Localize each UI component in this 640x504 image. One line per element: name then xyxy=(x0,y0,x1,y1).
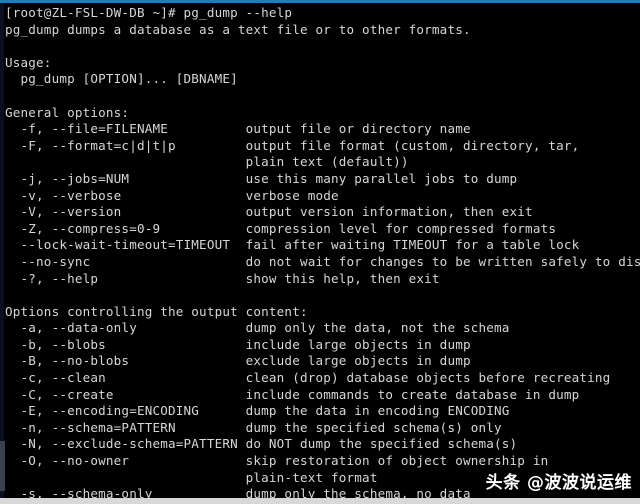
terminal-line: -n, --schema=PATTERN dump the specified … xyxy=(5,419,502,435)
terminal-line: -a, --data-only dump only the data, not … xyxy=(5,320,510,336)
terminal-line: General options: xyxy=(5,104,130,120)
terminal-line: -E, --encoding=ENCODING dump the data in… xyxy=(5,403,510,419)
vertical-scrollbar-thumb[interactable] xyxy=(0,441,5,491)
terminal-line: -F, --format=c|d|t|p output file format … xyxy=(5,137,580,153)
terminal-line: -C, --create include commands to create … xyxy=(5,386,580,402)
terminal-line: -N, --exclude-schema=PATTERN do NOT dump… xyxy=(5,436,518,452)
terminal-line: -c, --clean clean (drop) database object… xyxy=(5,370,611,386)
window-accent-bar xyxy=(0,0,640,3)
terminal-line: --no-sync do not wait for changes to be … xyxy=(5,253,640,269)
terminal-left-gutter xyxy=(0,3,4,498)
terminal-line: -B, --no-blobs exclude large objects in … xyxy=(5,353,471,369)
terminal-line: pg_dump [OPTION]... [DBNAME] xyxy=(5,71,238,87)
terminal-line: -b, --blobs include large objects in dum… xyxy=(5,336,471,352)
terminal-line: -f, --file=FILENAME output file or direc… xyxy=(5,121,471,137)
terminal-line: -j, --jobs=NUM use this many parallel jo… xyxy=(5,170,518,186)
terminal-window: [root@ZL-FSL-DW-DB ~]# pg_dump --help pg_… xyxy=(0,0,640,504)
terminal-line: plain text (default)) xyxy=(5,154,409,170)
terminal-line: [root@ZL-FSL-DW-DB ~]# pg_dump --help xyxy=(5,5,293,20)
terminal-line: Options controlling the output content: xyxy=(5,303,308,319)
terminal-line: -V, --version output version information… xyxy=(5,204,533,220)
terminal-line: -Z, --compress=0-9 compression level for… xyxy=(5,220,557,236)
terminal-output[interactable]: [root@ZL-FSL-DW-DB ~]# pg_dump --help pg_… xyxy=(0,3,640,504)
terminal-line: -?, --help show this help, then exit xyxy=(5,270,440,286)
terminal-line: pg_dump dumps a database as a text file … xyxy=(5,21,471,37)
terminal-line: Usage: xyxy=(5,54,52,70)
window-bottom-strip xyxy=(0,498,640,504)
watermark-label: 头条 @波波说运维 xyxy=(485,473,632,493)
terminal-line: --lock-wait-timeout=TIMEOUT fail after w… xyxy=(5,237,580,253)
terminal-line: -v, --verbose verbose mode xyxy=(5,187,339,203)
